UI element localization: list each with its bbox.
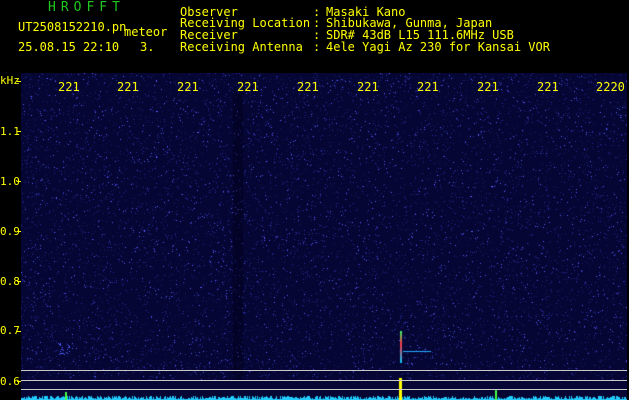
time-label: 221	[177, 80, 199, 94]
reference-line	[21, 389, 627, 390]
time-label: 221	[58, 80, 80, 94]
reference-line	[21, 380, 627, 381]
time-label: 221	[297, 80, 319, 94]
separator: :	[313, 40, 321, 54]
reference-line	[21, 370, 627, 371]
file-name: UT2508152210.pn	[18, 20, 127, 34]
time-label: 221	[537, 80, 559, 94]
time-label: 221	[117, 80, 139, 94]
spectrogram-panel: 221 221 221 221 221 221 221 221 221 2220	[21, 73, 627, 400]
time-label: 221	[237, 80, 259, 94]
count-value: 3.	[140, 40, 155, 54]
date-time: 25.08.15 22:10	[18, 40, 120, 54]
antenna-value: 4ele Yagi Az 230 for Kansai VOR	[326, 40, 550, 54]
time-label: 221	[477, 80, 499, 94]
time-label: 221	[357, 80, 379, 94]
mode-label: meteor	[124, 25, 168, 39]
app-title: HROFFT	[48, 0, 125, 15]
time-label: 2220	[596, 80, 625, 94]
antenna-label: Receiving Antenna	[180, 40, 303, 54]
time-label: 221	[417, 80, 439, 94]
spectrogram-noise	[21, 73, 627, 400]
